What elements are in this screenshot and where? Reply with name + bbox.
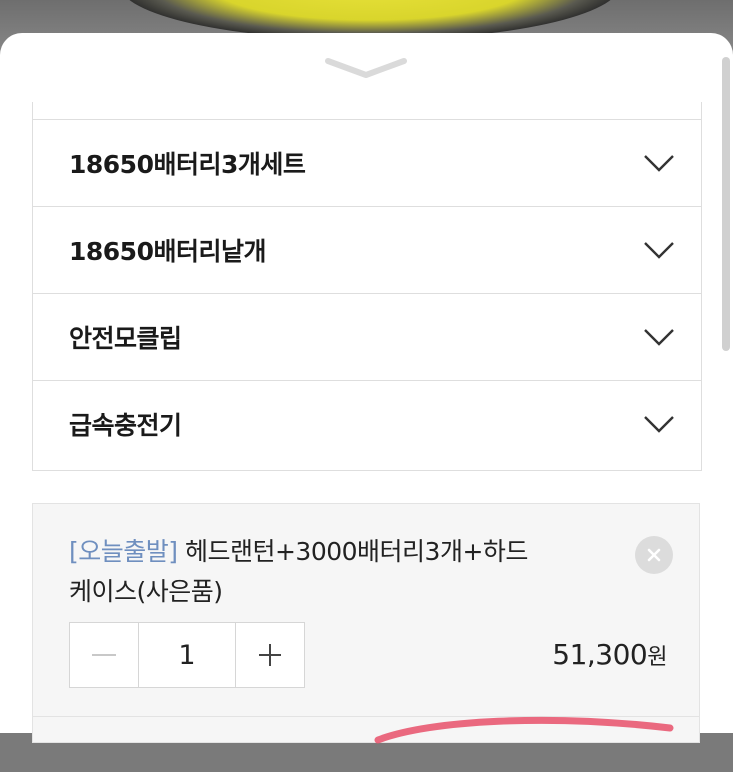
decrement-button[interactable] [70,623,138,687]
option-item-fast-charger[interactable]: 급속충전기 [33,380,701,467]
selected-option-name-line1: 헤드랜턴+3000배터리3개+하드 [177,537,528,566]
selected-option-title: [오늘출발] 헤드랜턴+3000배터리3개+하드 케이스(사은품) [69,532,609,612]
chevron-down-icon [643,415,675,433]
plus-icon [259,644,281,666]
price-amount: 51,300 [552,638,648,671]
option-item-battery-set[interactable]: 18650배터리3개세트 [33,119,701,206]
option-label: 18650배터리3개세트 [69,150,306,179]
option-label: 급속충전기 [69,411,182,440]
chevron-down-icon [325,58,407,78]
chevron-down-icon [643,328,675,346]
item-price: 51,300원 [552,638,667,671]
increment-button[interactable] [236,623,304,687]
quantity-stepper: 1 [69,622,305,688]
option-label: 18650배터리낱개 [69,237,266,266]
sheet-collapse-handle[interactable] [324,55,408,81]
shipping-tag: [오늘출발] [69,537,178,566]
option-item-battery-single[interactable]: 18650배터리낱개 [33,206,701,293]
hand-drawn-annotation [374,716,674,744]
option-item-helmet-clip[interactable]: 안전모클립 [33,293,701,380]
remove-option-button[interactable] [635,536,673,574]
option-list: 18650배터리3개세트 18650배터리낱개 안전모클립 급속충전기 [32,102,702,471]
quantity-value[interactable]: 1 [138,623,236,687]
selected-option-box: [오늘출발] 헤드랜턴+3000배터리3개+하드 케이스(사은품) 1 51,3… [32,503,700,743]
close-icon [647,548,661,562]
minus-icon [92,654,116,656]
scrollbar[interactable] [722,57,730,351]
price-currency: 원 [647,645,667,670]
chevron-down-icon [643,241,675,259]
selected-option-name-line2: 케이스(사은품) [69,577,223,606]
option-label: 안전모클립 [69,324,182,353]
chevron-down-icon [643,154,675,172]
